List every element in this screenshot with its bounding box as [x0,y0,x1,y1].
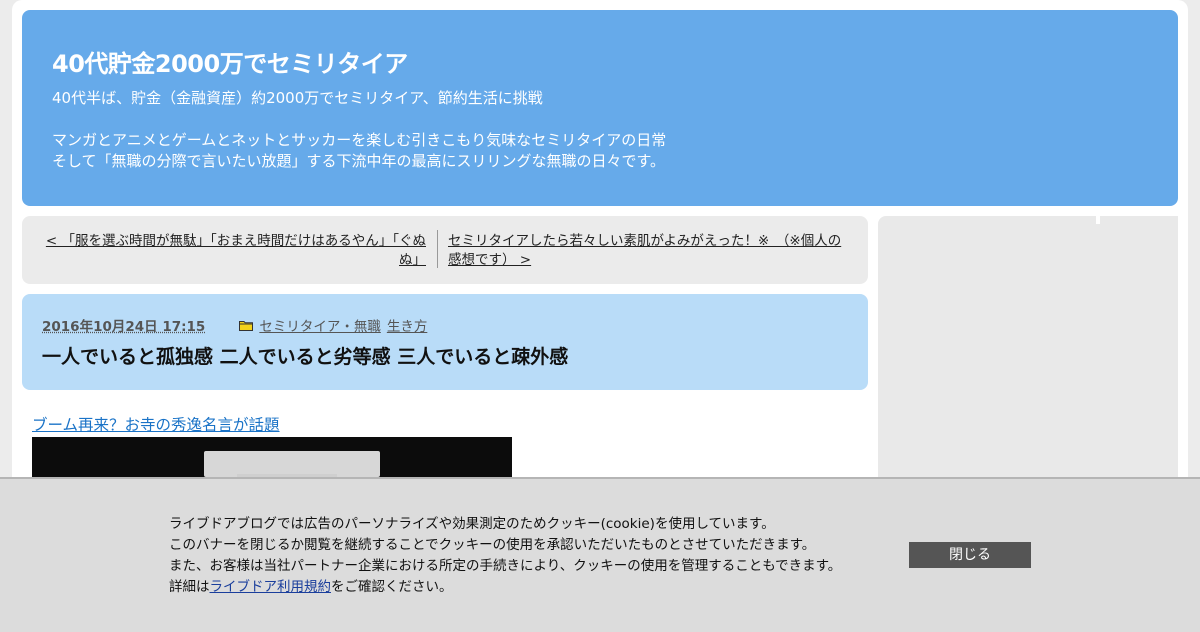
article-header: 2016年10月24日 17:15 セミリタイア・無職 生き方 一人でいると孤独… [22,294,868,390]
article-date[interactable]: 2016年10月24日 17:15 [42,315,205,335]
category-link[interactable]: セミリタイア・無職 [259,315,381,335]
site-description-line: マンガとアニメとゲームとネットとサッカーを楽しむ引きこもり気味なセミリタイアの日… [52,131,667,149]
cookie-notice-line: 詳細はライブドア利用規約をご確認ください。 [169,577,841,598]
terms-of-use-link[interactable]: ライブドア利用規約 [210,579,332,595]
site-description-line: 40代半ば、貯金（金融資産）約2000万でセミリタイア、節約生活に挑戦 [52,89,543,107]
cookie-details-prefix: 詳細は [169,579,210,595]
article-meta: 2016年10月24日 17:15 セミリタイア・無職 生き方 [42,315,433,335]
pager-divider [437,230,438,268]
article-pager: < 「服を選ぶ時間が無駄」「おまえ時間だけはあるやん」「ぐぬぬ」 セミリタイアし… [22,216,868,284]
cookie-banner: ライブドアブログでは広告のパーソナライズや効果測定のためクッキー(cookie)… [0,477,1200,632]
close-button[interactable]: 閉じる [909,542,1031,568]
category-link[interactable]: 生き方 [387,315,428,335]
blog-header: 40代貯金2000万でセミリタイア 40代半ば、貯金（金融資産）約2000万でセ… [22,10,1178,206]
cookie-notice-text: ライブドアブログでは広告のパーソナライズや効果測定のためクッキー(cookie)… [169,514,841,598]
sidebar-notch [1096,216,1100,224]
next-article-link[interactable]: セミリタイアしたら若々しい素肌がよみがえった！※ （※個人の感想です） > [448,232,850,270]
cookie-details-suffix: をご確認ください。 [331,579,453,595]
site-title[interactable]: 40代貯金2000万でセミリタイア [52,44,408,79]
folder-icon [239,320,254,331]
cookie-notice-line: ライブドアブログでは広告のパーソナライズや効果測定のためクッキー(cookie)… [169,516,775,532]
embedded-article-link[interactable]: ブーム再来？お寺の秀逸名言が話題 [32,413,280,435]
cookie-notice-line: このバナーを閉じるか閲覧を継続することでクッキーの使用を承認いただいたものとさせ… [169,537,816,553]
site-description-line: そして「無職の分際で言いたい放題」する下流中年の最高にスリリングな無職の日々です… [52,152,666,170]
prev-article-link[interactable]: < 「服を選ぶ時間が無駄」「おまえ時間だけはあるやん」「ぐぬぬ」 [34,232,426,270]
article-title: 一人でいると孤独感 二人でいると劣等感 三人でいると疎外感 [42,346,569,368]
cookie-notice-line: また、お客様は当社パートナー企業における所定の手続きにより、クッキーの使用を管理… [169,558,842,574]
site-description: 40代半ば、貯金（金融資産）約2000万でセミリタイア、節約生活に挑戦 マンガと… [52,88,666,172]
